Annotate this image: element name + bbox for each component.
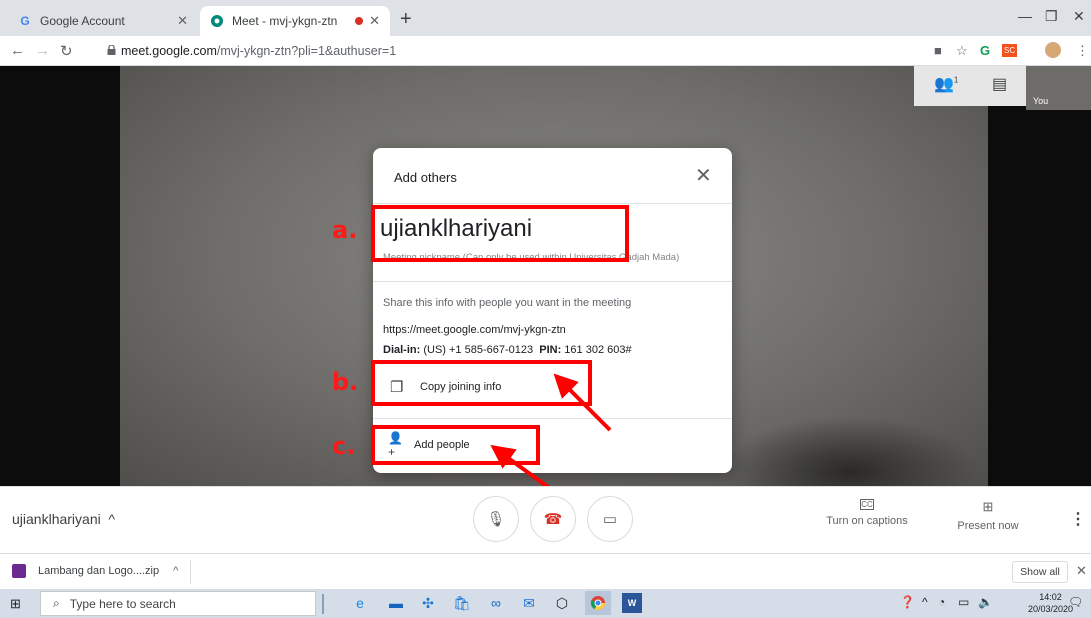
windows-taskbar: ⊞ ⌕ Type here to search e ▬ ✣ 🛍 ∞ ✉ ⬡ W … (0, 589, 1091, 618)
chevron-up-icon[interactable]: ^ (173, 565, 178, 577)
dropbox-icon[interactable]: ✣ (418, 593, 438, 613)
captions-button[interactable]: CC Turn on captions (822, 499, 912, 527)
present-now-button[interactable]: ⊞ Present now (953, 499, 1023, 532)
annotation-arrow-c (490, 444, 554, 492)
word-icon[interactable]: W (622, 593, 642, 613)
battery-icon[interactable]: ▭ (958, 595, 969, 609)
clock-date: 20/03/2020 (1028, 604, 1074, 614)
microphone-icon: 🎙 (486, 511, 506, 528)
taskbar-clock[interactable]: 14:02 20/03/2020 (1028, 591, 1073, 615)
present-screen-icon: ⊞ (982, 499, 994, 514)
search-icon: ⌕ (53, 596, 60, 610)
mail-icon[interactable]: ✉ (519, 593, 539, 613)
divider (322, 594, 324, 614)
microphone-button[interactable]: 🎙 (473, 496, 519, 542)
meeting-details-button[interactable]: ujianklhariyani ^ (12, 511, 115, 527)
captions-icon: CC (860, 499, 874, 510)
notifications-icon[interactable]: 🗨 (1068, 595, 1083, 609)
chevron-up-icon[interactable]: ^ (922, 595, 928, 609)
camera-button[interactable]: ▭ (587, 496, 633, 542)
search-placeholder: Type here to search (69, 596, 176, 611)
3d-viewer-icon[interactable]: ⬡ (552, 593, 572, 613)
windows-start-icon[interactable]: ⊞ (10, 596, 21, 612)
clock-time: 14:02 (1039, 592, 1062, 602)
wifi-icon[interactable]: ◔ (938, 595, 945, 609)
store-icon[interactable]: 🛍 (452, 593, 472, 613)
file-explorer-icon[interactable]: ▬ (386, 593, 406, 613)
annotation-arrow-b (553, 373, 612, 432)
meeting-name-label: ujianklhariyani (12, 511, 101, 527)
captions-label: Turn on captions (826, 515, 908, 527)
video-camera-icon: ▭ (602, 511, 618, 528)
volume-icon[interactable]: 🔈 (978, 595, 993, 609)
show-all-button[interactable]: Show all (1012, 561, 1068, 583)
taskbar-search-box[interactable]: ⌕ Type here to search (40, 591, 316, 616)
meet-control-bar: ujianklhariyani ^ 🎙 ☎ ▭ CC Turn on capti… (0, 486, 1091, 553)
present-label: Present now (957, 520, 1019, 532)
download-bar-close-icon[interactable]: ✕ (1076, 563, 1087, 579)
infinity-app-icon[interactable]: ∞ (486, 593, 506, 613)
divider (190, 560, 191, 584)
download-bar: Lambang dan Logo....zip ^ Show all ✕ (0, 553, 1091, 589)
screen: G Google Account ✕ Meet - mvj-ykgn-ztn ✕… (0, 0, 1091, 618)
archive-file-icon (12, 564, 26, 578)
hang-up-icon: ☎ (543, 511, 563, 528)
download-file-name: Lambang dan Logo....zip (38, 565, 160, 577)
more-options-icon[interactable]: ⋮ (1070, 509, 1086, 529)
download-item[interactable]: Lambang dan Logo....zip ^ (12, 564, 178, 578)
edge-icon[interactable]: e (350, 593, 370, 613)
chevron-up-icon: ^ (104, 511, 116, 527)
help-icon[interactable]: ❓ (900, 595, 915, 609)
chrome-icon[interactable] (585, 591, 611, 615)
end-call-button[interactable]: ☎ (530, 496, 576, 542)
